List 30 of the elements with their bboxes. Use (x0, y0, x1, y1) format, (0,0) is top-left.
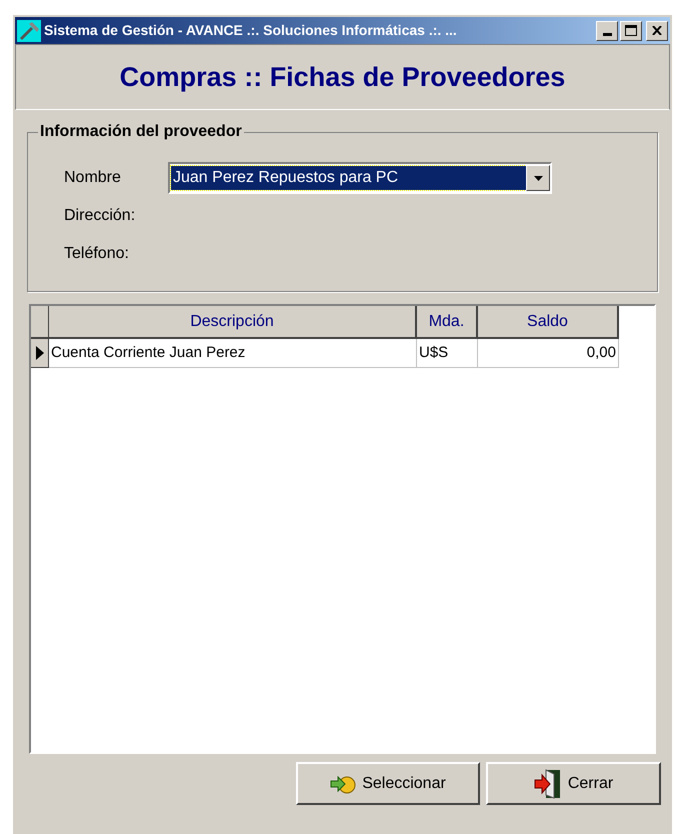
table-cell: U$S (417, 339, 478, 368)
field-label: Nombre (64, 168, 122, 188)
supplier-combo[interactable]: Juan Perez Repuestos para PC (168, 162, 552, 194)
close-button[interactable] (646, 20, 668, 40)
maximize-icon (625, 25, 637, 36)
caret-icon (534, 176, 542, 180)
select-button[interactable]: Seleccionar (296, 762, 480, 805)
column-header[interactable]: Descripción (49, 306, 417, 339)
row-pointer-icon (36, 346, 44, 360)
close-icon (652, 26, 662, 35)
column-header[interactable]: Mda. (417, 306, 478, 339)
minimize-button[interactable] (596, 20, 618, 40)
table-cell: Cuenta Corriente Juan Perez (49, 339, 417, 368)
combo-value: Juan Perez Repuestos para PC (171, 166, 526, 190)
dropdown-button[interactable] (526, 165, 550, 191)
field-label: Dirección: (64, 206, 136, 226)
field-label: Teléfono: (64, 244, 130, 264)
column-header[interactable]: Saldo (478, 306, 619, 339)
row-indicator[interactable] (31, 339, 49, 368)
form-title: Compras :: Fichas de Proveedores (120, 60, 566, 94)
group-legend: Información del proveedor (38, 122, 244, 142)
minimize-icon (602, 32, 612, 36)
indicator-header (31, 306, 49, 339)
arrow-circle-icon (330, 774, 356, 794)
exit-door-icon (534, 768, 562, 798)
window-title: Sistema de Gestión - AVANCE .:. Soluciones Informáticas .:. ... (44, 21, 457, 40)
maximize-button[interactable] (620, 20, 642, 40)
close-form-button[interactable]: Cerrar (486, 762, 661, 805)
hammer-icon (17, 20, 41, 42)
table-cell: 0,00 (478, 339, 619, 368)
